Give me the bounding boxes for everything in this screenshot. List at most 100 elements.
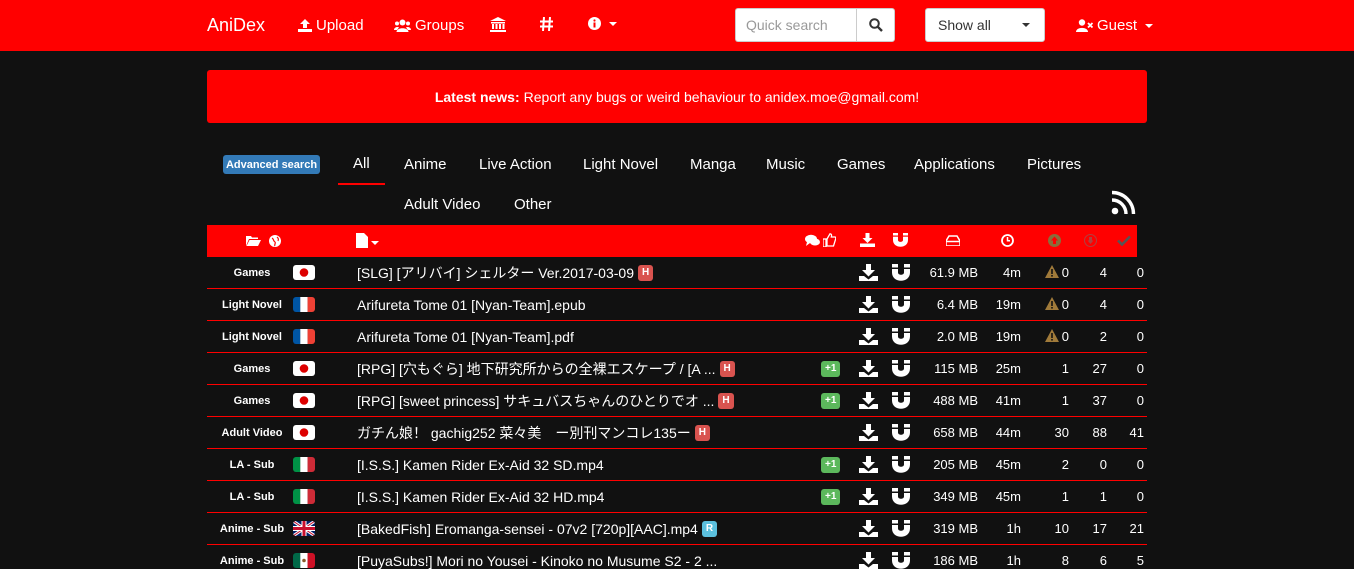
- table-row[interactable]: Anime - Sub [BakedFish] Eromanga-sensei -…: [207, 513, 1147, 545]
- language-flag-icon: [293, 521, 315, 536]
- tab-all[interactable]: All: [338, 144, 385, 185]
- torrent-title-link[interactable]: [BakedFish] Eromanga-sensei - 07v2 [720p…: [357, 513, 718, 544]
- magnet-icon[interactable]: [892, 328, 910, 345]
- upload-link[interactable]: Upload: [298, 17, 364, 34]
- folder-open-icon[interactable]: [246, 235, 261, 246]
- language-flag-icon: [293, 553, 315, 568]
- download-icon[interactable]: [859, 264, 878, 281]
- torrent-title-link[interactable]: [RPG] [穴もぐら] 地下研究所からの全裸エスケープ / [A ... H: [357, 353, 735, 384]
- torrent-title-link[interactable]: [I.S.S.] Kamen Rider Ex-Aid 32 HD.mp4: [357, 481, 604, 512]
- magnet-icon[interactable]: [892, 520, 910, 537]
- tab-adult-video[interactable]: Adult Video: [389, 184, 495, 225]
- search-button[interactable]: [856, 8, 895, 42]
- category-link[interactable]: Games: [207, 385, 297, 416]
- tab-light-novel[interactable]: Light Novel: [568, 144, 673, 185]
- table-row[interactable]: Light Novel Arifureta Tome 01 [Nyan-Team]…: [207, 289, 1147, 321]
- completed-count: 0: [1136, 297, 1144, 312]
- table-row[interactable]: Games [RPG] [sweet princess] サキュバスちゃんのひとり…: [207, 385, 1147, 417]
- advanced-search-button[interactable]: Advanced search: [223, 155, 320, 174]
- groups-link[interactable]: Groups: [394, 17, 464, 34]
- magnet-icon[interactable]: [892, 488, 910, 505]
- file-size: 488 MB: [933, 393, 978, 408]
- torrent-title: [BakedFish] Eromanga-sensei - 07v2 [720p…: [357, 520, 698, 537]
- likes-badge: +1: [821, 361, 841, 377]
- download-icon[interactable]: [859, 296, 878, 313]
- download-icon[interactable]: [859, 360, 878, 377]
- torrent-title-link[interactable]: Arifureta Tome 01 [Nyan-Team].pdf: [357, 321, 574, 352]
- table-row[interactable]: Adult Video ガチん娘！ gachig252 菜々美 ー別刊マンコレ13…: [207, 417, 1147, 449]
- completed-count: 0: [1136, 457, 1144, 472]
- category-link[interactable]: Light Novel: [207, 321, 297, 352]
- category-link[interactable]: Anime - Sub: [207, 545, 297, 569]
- torrent-title-link[interactable]: Arifureta Tome 01 [Nyan-Team].epub: [357, 289, 586, 320]
- category-link[interactable]: Anime - Sub: [207, 513, 297, 544]
- file-sort-icon[interactable]: [356, 233, 382, 248]
- download-icon[interactable]: [860, 233, 875, 247]
- upload-icon: [298, 19, 312, 32]
- info-dropdown[interactable]: [588, 17, 617, 30]
- hdd-icon[interactable]: [946, 235, 960, 246]
- table-row[interactable]: LA - Sub [I.S.S.] Kamen Rider Ex-Aid 32 S…: [207, 449, 1147, 481]
- magnet-icon[interactable]: [893, 233, 908, 247]
- leechers-count: 4: [1099, 265, 1107, 280]
- download-icon[interactable]: [859, 552, 878, 569]
- download-icon[interactable]: [859, 328, 878, 345]
- download-icon[interactable]: [859, 488, 878, 505]
- tab-live-action[interactable]: Live Action: [464, 144, 567, 185]
- tab-anime[interactable]: Anime: [389, 144, 462, 185]
- chevron-down-icon: [1145, 23, 1154, 28]
- tab-other[interactable]: Other: [499, 184, 567, 225]
- download-icon[interactable]: [859, 392, 878, 409]
- table-row[interactable]: Games [RPG] [穴もぐら] 地下研究所からの全裸エスケープ / [A .…: [207, 353, 1147, 385]
- table-row[interactable]: Light Novel Arifureta Tome 01 [Nyan-Team]…: [207, 321, 1147, 353]
- brand-logo[interactable]: AniDex: [207, 15, 265, 36]
- magnet-icon[interactable]: [892, 296, 910, 313]
- table-row[interactable]: Anime - Sub [PuyaSubs!] Mori no Yousei - …: [207, 545, 1147, 569]
- magnet-icon[interactable]: [892, 264, 910, 281]
- table-row[interactable]: Games [SLG] [アリバイ] シェルター Ver.2017-03-09 H 6…: [207, 257, 1147, 289]
- download-icon[interactable]: [859, 520, 878, 537]
- category-link[interactable]: LA - Sub: [207, 449, 297, 480]
- torrent-title-link[interactable]: ガチん娘！ gachig252 菜々美 ー別刊マンコレ135ー H: [357, 417, 710, 448]
- category-link[interactable]: LA - Sub: [207, 481, 297, 512]
- magnet-icon[interactable]: [892, 424, 910, 441]
- likes-badge: +1: [821, 457, 841, 473]
- clock-icon[interactable]: [1001, 234, 1014, 247]
- torrent-title-link[interactable]: [PuyaSubs!] Mori no Yousei - Kinoko no M…: [357, 545, 717, 569]
- download-icon[interactable]: [859, 424, 878, 441]
- category-link[interactable]: Games: [207, 353, 297, 384]
- tab-pictures[interactable]: Pictures: [1012, 144, 1096, 185]
- torrent-title-link[interactable]: [I.S.S.] Kamen Rider Ex-Aid 32 SD.mp4: [357, 449, 604, 480]
- download-icon[interactable]: [859, 456, 878, 473]
- table-row[interactable]: LA - Sub [I.S.S.] Kamen Rider Ex-Aid 32 H…: [207, 481, 1147, 513]
- torrent-title-link[interactable]: [SLG] [アリバイ] シェルター Ver.2017-03-09 H: [357, 257, 654, 288]
- comments-icon[interactable]: [805, 234, 820, 247]
- torrent-title-link[interactable]: [RPG] [sweet princess] サキュバスちゃんのひとりでオ ..…: [357, 385, 734, 416]
- tab-manga[interactable]: Manga: [675, 144, 751, 185]
- magnet-icon[interactable]: [892, 392, 910, 409]
- tab-music[interactable]: Music: [751, 144, 820, 185]
- rss-icon[interactable]: [1111, 190, 1136, 215]
- tab-games[interactable]: Games: [822, 144, 900, 185]
- chevron-down-icon: [609, 21, 617, 26]
- category-link[interactable]: Light Novel: [207, 289, 297, 320]
- thumbs-up-icon[interactable]: [823, 233, 836, 247]
- search-input[interactable]: [735, 8, 856, 42]
- tags-link[interactable]: [540, 17, 553, 31]
- globe-icon[interactable]: [269, 235, 281, 247]
- category-link[interactable]: Adult Video: [207, 417, 297, 448]
- upload-age: 45m: [995, 489, 1021, 504]
- filter-select[interactable]: Show all: [925, 8, 1045, 42]
- user-dropdown[interactable]: Guest: [1076, 17, 1154, 34]
- category-link[interactable]: Games: [207, 257, 297, 288]
- leechers-arrow-down-icon[interactable]: [1084, 234, 1097, 247]
- magnet-icon[interactable]: [892, 552, 910, 569]
- seeders-arrow-up-icon[interactable]: [1048, 234, 1061, 247]
- language-flag-icon: [293, 425, 315, 440]
- library-link[interactable]: [490, 17, 506, 32]
- check-icon[interactable]: [1117, 235, 1131, 246]
- tab-applications[interactable]: Applications: [899, 144, 1010, 185]
- seeders-value: 8: [1061, 553, 1069, 568]
- magnet-icon[interactable]: [892, 456, 910, 473]
- magnet-icon[interactable]: [892, 360, 910, 377]
